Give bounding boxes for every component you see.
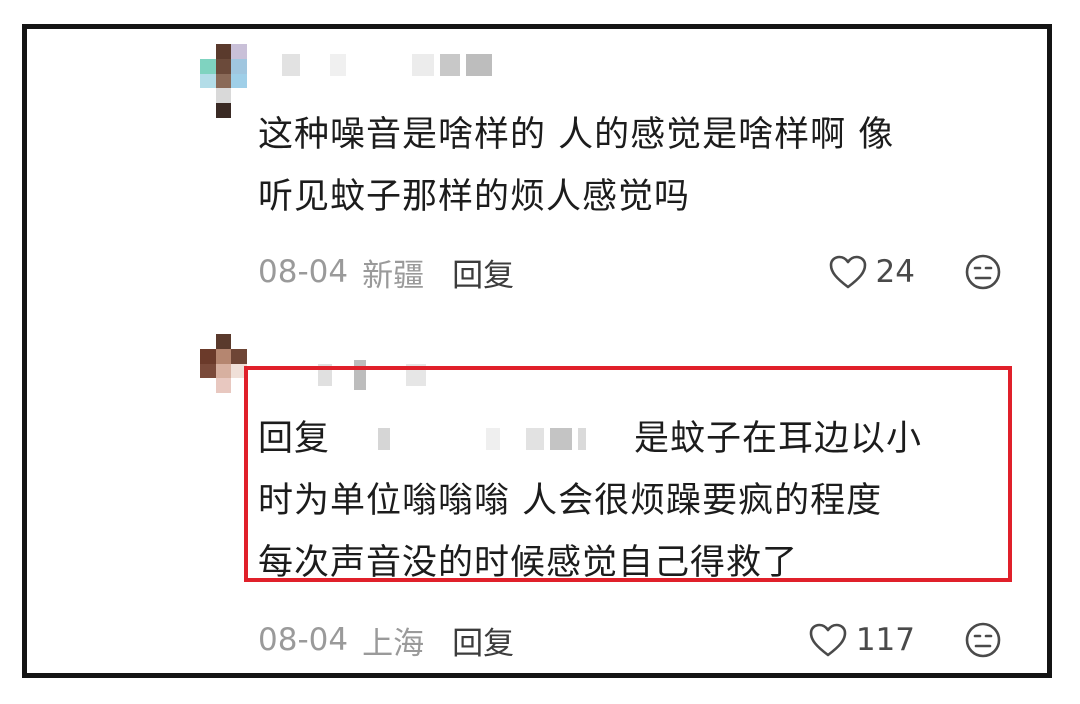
reply-button[interactable]: 回复: [452, 618, 514, 663]
comment-line: 是蚊子在耳边以小: [634, 419, 923, 459]
comment-line: 时为单位嗡嗡嗡 人会很烦躁要疯的程度: [258, 481, 883, 521]
comment-meta: 08-04 上海 回复 117: [258, 618, 1003, 662]
like-button[interactable]: 117: [808, 622, 915, 658]
avatar[interactable]: [200, 44, 262, 118]
like-count: 117: [855, 622, 915, 658]
comment-date: 08-04: [258, 254, 349, 290]
comment-meta: 08-04 新疆 回复 24: [258, 250, 1003, 294]
comment-line: 这种噪音是啥样的 人的感觉是啥样啊 像: [258, 115, 895, 155]
comment-location: 上海: [362, 625, 425, 662]
mentioned-user-blurred[interactable]: [348, 428, 616, 450]
comment-location: 新疆: [362, 257, 425, 294]
reply-prefix: 回复: [258, 419, 331, 459]
comment-line: 听见蚊子那样的烦人感觉吗: [258, 177, 691, 217]
heart-outline-icon: [809, 623, 847, 657]
like-button[interactable]: 24: [828, 254, 915, 290]
heart-outline-icon: [829, 255, 866, 289]
comment-text: 这种噪音是啥样的 人的感觉是啥样啊 像 听见蚊子那样的烦人感觉吗: [258, 104, 998, 228]
comment-date: 08-04: [258, 622, 349, 658]
meh-face-icon: [965, 254, 1001, 290]
meh-face-icon: [965, 622, 1001, 658]
reply-button[interactable]: 回复: [452, 250, 514, 295]
reply-line: 回复 是蚊子在耳边以小: [258, 408, 998, 470]
comment-line: 每次声音没的时候感觉自己得救了: [258, 543, 799, 583]
username-blurred[interactable]: [282, 52, 492, 78]
dislike-button[interactable]: [963, 252, 1003, 292]
like-count: 24: [875, 254, 915, 290]
comment-text: 回复 是蚊子在耳边以小 时为单位嗡嗡嗡 人会很烦躁要疯的程度 每次声音没的时候感…: [258, 408, 998, 594]
dislike-button[interactable]: [963, 620, 1003, 660]
